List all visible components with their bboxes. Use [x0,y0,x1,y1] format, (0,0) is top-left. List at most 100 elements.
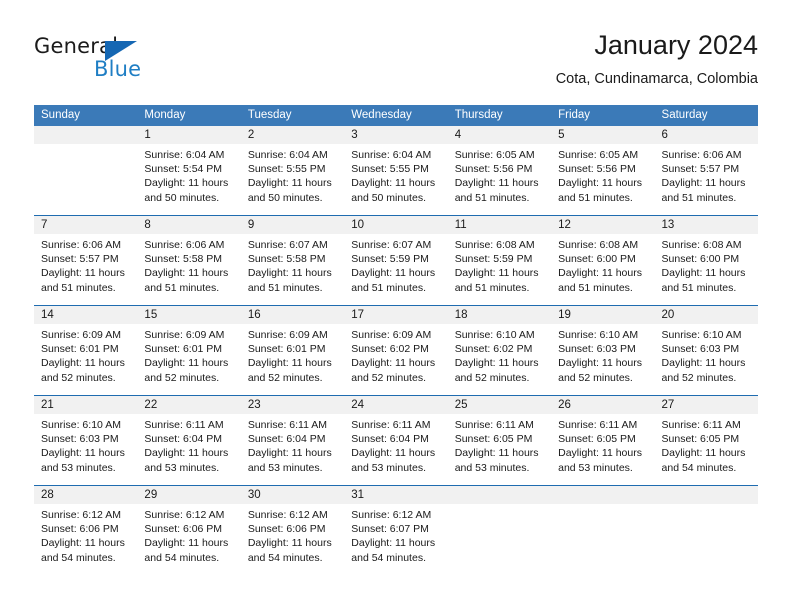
sunrise-text: Sunrise: 6:11 AM [454,419,534,431]
day-number: 29 [137,486,241,504]
weekday-header-friday: Friday [558,109,591,121]
daylight-text: Daylight: 11 hours and 54 minutes. [247,537,332,564]
calendar-day-cell[interactable]: 18 Sunrise: 6:10 AM Sunset: 6:02 PM Dayligh… [447,306,552,388]
daylight-text: Daylight: 11 hours and 53 minutes. [558,447,642,474]
calendar-day-cell[interactable]: 4 Sunrise: 6:05 AM Sunset: 5:56 PM Daylight… [447,126,552,208]
daylight-text: Daylight: 11 hours and 51 minutes. [661,267,746,294]
calendar-week-row: 14 Sunrise: 6:09 AM Sunset: 6:01 PM Dayligh… [34,305,758,388]
day-details: Sunrise: 6:09 AM Sunset: 6:01 PM Daylight:… [137,324,240,385]
day-number: 13 [654,216,758,234]
calendar-day-cell[interactable]: 19 Sunrise: 6:10 AM Sunset: 6:03 PM Dayligh… [551,306,655,388]
sunset-text: Sunset: 6:01 PM [247,343,326,356]
sunset-text: Sunset: 6:06 PM [247,523,326,536]
calendar-day-cell[interactable]: 26 Sunrise: 6:11 AM Sunset: 6:05 PM Dayligh… [551,396,655,478]
calendar-day-cell[interactable]: 20 Sunrise: 6:10 AM Sunset: 6:03 PM Dayligh… [654,306,758,388]
general-blue-logo[interactable]: General Blue [34,34,214,90]
daylight-text: Daylight: 11 hours and 52 minutes. [247,357,332,384]
calendar-day-cell[interactable]: 25 Sunrise: 6:11 AM Sunset: 6:05 PM Dayligh… [447,396,552,478]
sunset-text: Sunset: 6:01 PM [41,343,119,356]
sunset-text: Sunset: 6:05 PM [558,433,636,446]
day-details: Sunrise: 6:09 AM Sunset: 6:01 PM Daylight:… [241,324,344,385]
calendar-day-cell[interactable]: 29 Sunrise: 6:12 AM Sunset: 6:06 PM Dayligh… [137,486,241,568]
day-number: 5 [551,126,655,144]
day-details: Sunrise: 6:05 AM Sunset: 5:56 PM Daylight:… [551,144,654,205]
daylight-text: Daylight: 11 hours and 53 minutes. [351,447,436,474]
calendar-day-cell[interactable]: 13 Sunrise: 6:08 AM Sunset: 6:00 PM Dayligh… [654,216,758,298]
daylight-text: Daylight: 11 hours and 51 minutes. [351,267,436,294]
daylight-text: Daylight: 11 hours and 52 minutes. [454,357,539,384]
daylight-text: Daylight: 11 hours and 51 minutes. [41,267,125,294]
daylight-text: Daylight: 11 hours and 54 minutes. [351,537,436,564]
calendar-weeks: 1 Sunrise: 6:04 AM Sunset: 5:54 PM Daylight… [34,126,758,568]
calendar-day-cell[interactable]: 7 Sunrise: 6:06 AM Sunset: 5:57 PM Daylight… [34,216,138,298]
calendar-day-cell[interactable]: 16 Sunrise: 6:09 AM Sunset: 6:01 PM Dayligh… [240,306,345,388]
day-details: Sunrise: 6:11 AM Sunset: 6:04 PM Daylight:… [241,414,344,475]
day-number: 8 [137,216,241,234]
calendar-day-cell[interactable]: 9 Sunrise: 6:07 AM Sunset: 5:58 PM Daylight… [240,216,345,298]
day-number: 24 [344,396,448,414]
calendar-day-cell[interactable]: 2 Sunrise: 6:04 AM Sunset: 5:55 PM Daylight… [240,126,345,208]
calendar-day-cell[interactable]: 28 Sunrise: 6:12 AM Sunset: 6:06 PM Dayligh… [34,486,138,568]
sunset-text: Sunset: 6:02 PM [454,343,533,356]
calendar-day-cell[interactable]: 14 Sunrise: 6:09 AM Sunset: 6:01 PM Dayligh… [34,306,138,388]
day-details: Sunrise: 6:12 AM Sunset: 6:07 PM Daylight:… [344,504,447,565]
calendar-day-cell[interactable]: 22 Sunrise: 6:11 AM Sunset: 6:04 PM Dayligh… [137,396,241,478]
calendar-week-row: 1 Sunrise: 6:04 AM Sunset: 5:54 PM Daylight… [34,126,758,208]
sunset-text: Sunset: 5:56 PM [558,163,636,176]
sunset-text: Sunset: 5:59 PM [454,253,533,266]
calendar-day-cell[interactable]: 24 Sunrise: 6:11 AM Sunset: 6:04 PM Dayligh… [344,396,448,478]
sunrise-text: Sunrise: 6:12 AM [247,509,328,521]
day-details: Sunrise: 6:10 AM Sunset: 6:03 PM Daylight:… [655,324,758,385]
sunset-text: Sunset: 5:59 PM [351,253,429,266]
day-number: 15 [137,306,241,324]
calendar-day-cell[interactable]: 3 Sunrise: 6:04 AM Sunset: 5:55 PM Daylight… [344,126,448,208]
day-details: Sunrise: 6:08 AM Sunset: 5:59 PM Daylight:… [448,234,551,295]
daylight-text: Daylight: 11 hours and 52 minutes. [661,357,746,384]
daylight-text: Daylight: 11 hours and 52 minutes. [41,357,125,384]
calendar-day-cell[interactable]: 8 Sunrise: 6:06 AM Sunset: 5:58 PM Daylight… [137,216,241,298]
calendar-day-cell[interactable]: 15 Sunrise: 6:09 AM Sunset: 6:01 PM Dayligh… [137,306,241,388]
day-number: 23 [240,396,345,414]
calendar-day-cell[interactable]: 30 Sunrise: 6:12 AM Sunset: 6:06 PM Dayligh… [240,486,345,568]
calendar-day-cell[interactable]: 21 Sunrise: 6:10 AM Sunset: 6:03 PM Dayligh… [34,396,138,478]
day-details: Sunrise: 6:08 AM Sunset: 6:00 PM Daylight:… [551,234,654,295]
calendar-day-cell[interactable]: 27 Sunrise: 6:11 AM Sunset: 6:05 PM Dayligh… [654,396,758,478]
sunrise-text: Sunrise: 6:11 AM [558,419,638,431]
calendar-day-cell[interactable]: 11 Sunrise: 6:08 AM Sunset: 5:59 PM Dayligh… [447,216,552,298]
daylight-text: Daylight: 11 hours and 51 minutes. [454,177,539,204]
sunset-text: Sunset: 6:00 PM [558,253,636,266]
weekday-header-monday: Monday [144,109,186,121]
weekday-header-thursday: Thursday [454,109,503,121]
calendar-page: General Blue January 2024 Cota, Cundinam… [0,0,792,612]
calendar-day-cell[interactable]: 10 Sunrise: 6:07 AM Sunset: 5:59 PM Dayligh… [344,216,448,298]
day-details: Sunrise: 6:11 AM Sunset: 6:05 PM Daylight:… [448,414,551,475]
day-details: Sunrise: 6:06 AM Sunset: 5:58 PM Daylight:… [137,234,240,295]
calendar-day-cell[interactable]: 1 Sunrise: 6:04 AM Sunset: 5:54 PM Daylight… [137,126,241,208]
sunset-text: Sunset: 5:55 PM [247,163,326,176]
calendar-grid: Sunday Monday Tuesday Wednesday Thursday Frid… [34,105,758,568]
sunrise-text: Sunrise: 6:09 AM [247,329,328,341]
day-number: 9 [240,216,345,234]
day-details: Sunrise: 6:08 AM Sunset: 6:00 PM Daylight:… [655,234,758,295]
day-number: 27 [654,396,758,414]
calendar-day-cell-empty [551,486,655,568]
calendar-day-cell[interactable]: 23 Sunrise: 6:11 AM Sunset: 6:04 PM Dayligh… [240,396,345,478]
day-details: Sunrise: 6:12 AM Sunset: 6:06 PM Daylight:… [241,504,344,565]
day-details: Sunrise: 6:11 AM Sunset: 6:05 PM Daylight:… [551,414,654,475]
daylight-text: Daylight: 11 hours and 51 minutes. [144,267,229,294]
calendar-day-cell[interactable]: 31 Sunrise: 6:12 AM Sunset: 6:07 PM Dayligh… [344,486,448,568]
sunrise-text: Sunrise: 6:08 AM [454,239,535,251]
sunset-text: Sunset: 5:56 PM [454,163,533,176]
calendar-day-cell[interactable]: 6 Sunrise: 6:06 AM Sunset: 5:57 PM Daylight… [654,126,758,208]
sunset-text: Sunset: 6:04 PM [247,433,326,446]
day-number [551,486,655,504]
sunrise-text: Sunrise: 6:12 AM [351,509,432,521]
day-details: Sunrise: 6:09 AM Sunset: 6:01 PM Daylight:… [34,324,137,385]
sunrise-text: Sunrise: 6:06 AM [41,239,121,251]
calendar-day-cell[interactable]: 5 Sunrise: 6:05 AM Sunset: 5:56 PM Daylight… [551,126,655,208]
sunset-text: Sunset: 6:03 PM [41,433,119,446]
sunrise-text: Sunrise: 6:07 AM [351,239,432,251]
sunrise-text: Sunrise: 6:11 AM [661,419,741,431]
calendar-day-cell[interactable]: 17 Sunrise: 6:09 AM Sunset: 6:02 PM Dayligh… [344,306,448,388]
calendar-day-cell[interactable]: 12 Sunrise: 6:08 AM Sunset: 6:00 PM Dayligh… [551,216,655,298]
